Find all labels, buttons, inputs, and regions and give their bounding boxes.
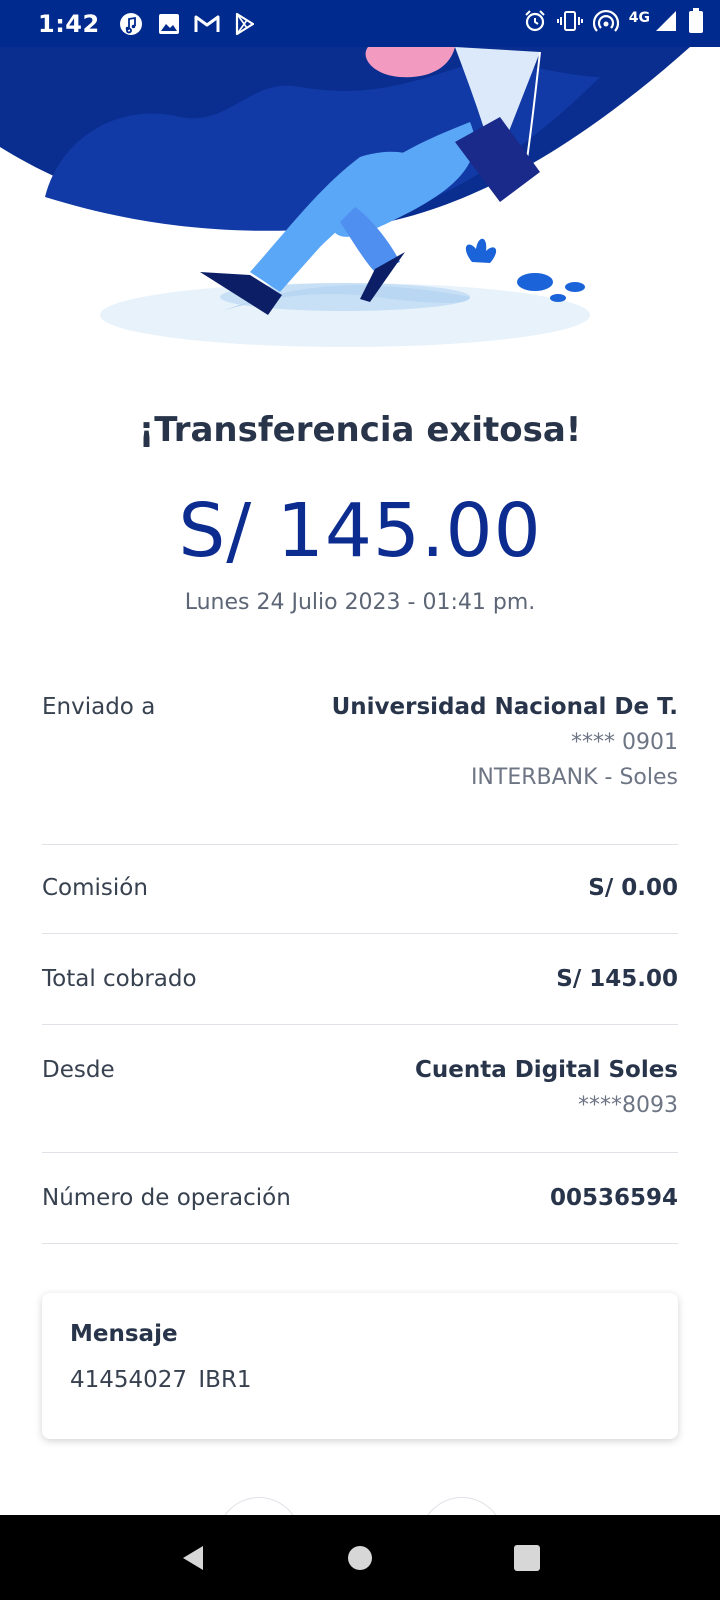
commission-label: Comisión (42, 875, 148, 901)
home-icon[interactable] (340, 1538, 380, 1578)
success-illustration (0, 47, 720, 377)
sent-to-value: Universidad Nacional De T. **** 0901 INT… (332, 694, 678, 844)
transfer-details: Enviado a Universidad Nacional De T. ***… (42, 670, 678, 1244)
operation-number: 00536594 (549, 1185, 678, 1211)
transfer-amount: S/ 145.00 (178, 488, 542, 574)
detail-row-commission: Comisión S/ 0.00 (42, 845, 678, 934)
alarm-icon (523, 9, 547, 38)
message-title: Mensaje (70, 1321, 178, 1347)
image-icon (156, 11, 182, 37)
battery-icon (688, 8, 704, 39)
signal-icon (654, 9, 678, 38)
commission-value: S/ 0.00 (588, 875, 678, 901)
play-store-icon (232, 11, 258, 37)
operation-label: Número de operación (42, 1185, 291, 1211)
from-account-number: ****8093 (578, 1093, 678, 1118)
total-label: Total cobrado (42, 966, 197, 992)
from-account-name: Cuenta Digital Soles (414, 1057, 678, 1083)
vibrate-icon (556, 9, 583, 38)
message-card: Mensaje 41454027 IBR1 (42, 1293, 678, 1439)
from-label: Desde (42, 1057, 115, 1083)
network-type: 4G (628, 9, 650, 26)
recents-icon[interactable] (507, 1538, 547, 1578)
detail-row-sent-to: Enviado a Universidad Nacional De T. ***… (42, 670, 678, 845)
music-icon (118, 11, 144, 37)
status-time: 1:42 (38, 9, 100, 38)
message-text: 41454027 IBR1 (70, 1367, 252, 1393)
transfer-date: Lunes 24 Julio 2023 - 01:41 pm. (184, 590, 536, 615)
success-title: ¡Transferencia exitosa! (138, 410, 582, 450)
detail-row-operation: Número de operación 00536594 (42, 1153, 678, 1244)
status-right-icons: 4G (523, 8, 704, 39)
detail-row-total: Total cobrado S/ 145.00 (42, 934, 678, 1025)
recipient-name: Universidad Nacional De T. (331, 694, 678, 720)
hotspot-icon (592, 9, 619, 38)
back-icon[interactable] (173, 1538, 213, 1578)
sent-to-label: Enviado a (42, 694, 156, 720)
recipient-account: **** 0901 (571, 730, 678, 755)
status-bar: 1:42 4G (0, 0, 720, 47)
recipient-bank: INTERBANK - Soles (470, 765, 678, 790)
total-value: S/ 145.00 (556, 966, 678, 992)
gmail-icon (194, 11, 220, 37)
detail-row-from: Desde Cuenta Digital Soles ****8093 (42, 1025, 678, 1153)
navigation-bar (0, 1515, 720, 1600)
